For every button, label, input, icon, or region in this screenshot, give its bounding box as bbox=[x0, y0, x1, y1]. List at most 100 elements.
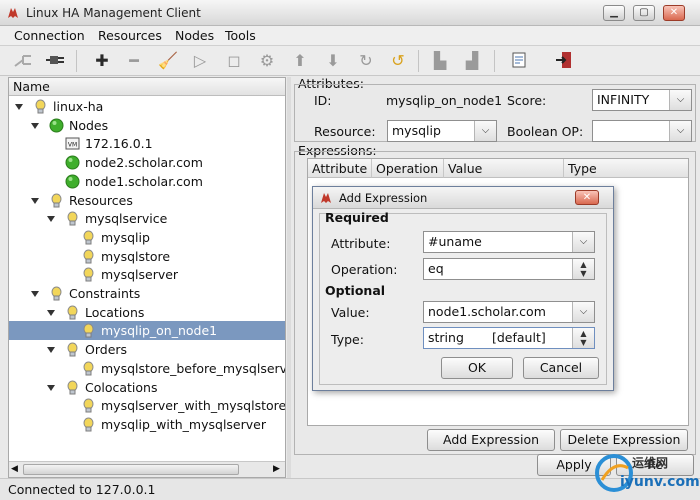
operation-label: Operation: bbox=[331, 262, 398, 277]
tree-item[interactable]: mysqlip_on_node1 bbox=[9, 321, 285, 341]
scroll-thumb[interactable] bbox=[23, 464, 239, 475]
add-expression-button[interactable]: Add Expression bbox=[427, 429, 555, 451]
chevron-down-icon[interactable]: ⌵ bbox=[669, 90, 691, 110]
settings-icon[interactable]: ⚙ bbox=[255, 50, 279, 72]
score-value: INFINITY bbox=[597, 92, 650, 107]
tree-item-label: mysqlserver_with_mysqlstore bbox=[101, 398, 285, 414]
attribute-value: #uname bbox=[428, 234, 482, 249]
tree-item[interactable]: Nodes bbox=[9, 116, 285, 135]
tree-item-label: Colocations bbox=[85, 379, 158, 395]
tree-horizontal-scrollbar[interactable]: ◀ ▶ bbox=[9, 461, 285, 477]
boolean-op-combo[interactable]: ⌵ bbox=[592, 120, 692, 142]
remove-icon[interactable]: ━ bbox=[122, 50, 146, 72]
boolean-op-label: Boolean OP: bbox=[507, 124, 584, 139]
tree-item[interactable]: Resources bbox=[9, 191, 285, 210]
tree-item-label: mysqlip_on_node1 bbox=[101, 323, 218, 339]
dialog-close-button[interactable]: ✕ bbox=[575, 190, 599, 205]
connect-icon[interactable] bbox=[44, 50, 68, 72]
optional-section-label: Optional bbox=[325, 283, 386, 298]
chevron-down-icon[interactable]: ⌵ bbox=[474, 121, 496, 141]
svg-text:VM: VM bbox=[68, 142, 77, 149]
cluster-tree: Name linux-ha Nodes VM 172.16.0.1 node2.scho… bbox=[8, 77, 286, 478]
menu-nodes[interactable]: Nodes bbox=[171, 26, 218, 46]
app-logo-icon bbox=[8, 8, 18, 18]
panel-splitter[interactable] bbox=[287, 77, 291, 478]
stop-icon[interactable]: ◻ bbox=[222, 50, 246, 72]
type-default: [default] bbox=[492, 330, 546, 345]
dialog-title-bar: Add Expression ✕ bbox=[313, 187, 613, 209]
cancel-button[interactable]: Cancel bbox=[523, 357, 599, 379]
tree-item-label: Nodes bbox=[69, 117, 109, 133]
up-down-arrows-icon[interactable]: ▲ ▼ bbox=[572, 259, 594, 279]
tree-item[interactable]: Constraints bbox=[9, 284, 285, 303]
tree-item[interactable]: Orders bbox=[9, 340, 285, 359]
up-down-arrows-icon[interactable]: ▲ ▼ bbox=[572, 328, 594, 348]
start-icon[interactable]: ▷ bbox=[188, 50, 212, 72]
column-value[interactable]: Value bbox=[444, 159, 564, 178]
tree-item[interactable]: mysqlserver_with_mysqlstore bbox=[9, 396, 285, 415]
tree-item-label: mysqlstore_before_mysqlserv bbox=[101, 360, 285, 376]
chevron-down-icon[interactable]: ⌵ bbox=[669, 121, 691, 141]
tree-item[interactable]: mysqlstore_before_mysqlserv bbox=[9, 359, 285, 378]
type-value: string bbox=[428, 330, 464, 345]
move-up-icon[interactable]: ⬆ bbox=[288, 50, 312, 72]
tree-item[interactable]: node1.scholar.com bbox=[9, 172, 285, 191]
scroll-left-icon[interactable]: ◀ bbox=[11, 464, 18, 474]
tree-item[interactable]: mysqlip bbox=[9, 228, 285, 247]
resource-combo[interactable]: mysqlip ⌵ bbox=[387, 120, 497, 142]
tree-header-name[interactable]: Name bbox=[9, 78, 285, 96]
document-icon[interactable] bbox=[507, 50, 531, 72]
tree-item-label: Constraints bbox=[69, 286, 141, 301]
watermark-cn: 运维网 bbox=[632, 456, 669, 470]
menu-resources[interactable]: Resources bbox=[94, 26, 166, 46]
exit-icon[interactable] bbox=[552, 50, 576, 72]
ok-button[interactable]: OK bbox=[441, 357, 513, 379]
redo-icon[interactable]: ↻ bbox=[354, 50, 378, 72]
operation-value: eq bbox=[428, 261, 444, 276]
tree-item-label: mysqlservice bbox=[85, 211, 168, 227]
undo-icon[interactable]: ↺ bbox=[386, 50, 410, 72]
watermark: 运维网 iyunv.com bbox=[594, 448, 700, 498]
tree-item[interactable]: node2.scholar.com bbox=[9, 153, 285, 172]
tree-item[interactable]: Locations bbox=[9, 303, 285, 322]
lock-icon[interactable]: ▙ bbox=[428, 50, 452, 72]
column-attribute[interactable]: Attribute bbox=[308, 159, 372, 178]
tree-item-label: node1.scholar.com bbox=[85, 173, 203, 189]
resource-label: Resource: bbox=[314, 124, 376, 139]
attribute-combo[interactable]: #uname ⌵ bbox=[423, 231, 595, 253]
window-title: Linux HA Management Client bbox=[26, 6, 201, 20]
tree-item-label: node2.scholar.com bbox=[85, 155, 203, 171]
add-icon[interactable]: ✚ bbox=[90, 50, 114, 72]
watermark-text: iyunv.com bbox=[620, 474, 700, 490]
type-combo[interactable]: string [default] ▲ ▼ bbox=[423, 327, 595, 349]
tree-item[interactable]: Colocations bbox=[9, 378, 285, 397]
value-combo[interactable]: node1.scholar.com ⌵ bbox=[423, 301, 595, 323]
tree-item[interactable]: VM 172.16.0.1 bbox=[9, 134, 285, 153]
chevron-down-icon[interactable]: ⌵ bbox=[572, 232, 594, 252]
menu-tools[interactable]: Tools bbox=[221, 26, 260, 46]
tree-item[interactable]: mysqlserver bbox=[9, 265, 285, 284]
chevron-down-icon[interactable]: ⌵ bbox=[572, 302, 594, 322]
maximize-button[interactable]: ▢ bbox=[633, 5, 655, 21]
tree-item[interactable]: linux-ha bbox=[9, 97, 285, 116]
minimize-button[interactable]: ▁ bbox=[603, 5, 625, 21]
disconnect-icon[interactable] bbox=[12, 50, 36, 72]
scroll-right-icon[interactable]: ▶ bbox=[273, 464, 280, 474]
add-expression-dialog: Add Expression ✕ Required Attribute: #un… bbox=[312, 186, 614, 391]
operation-combo[interactable]: eq ▲ ▼ bbox=[423, 258, 595, 280]
close-button[interactable]: ✕ bbox=[663, 5, 685, 21]
required-section-label: Required bbox=[325, 210, 389, 225]
dialog-title: Add Expression bbox=[339, 191, 428, 205]
move-down-icon[interactable]: ⬇ bbox=[321, 50, 345, 72]
column-type[interactable]: Type bbox=[564, 159, 688, 178]
unlock-icon[interactable]: ▟ bbox=[460, 50, 484, 72]
menu-connection[interactable]: Connection bbox=[10, 26, 89, 46]
app-logo-icon bbox=[321, 193, 331, 203]
tree-item[interactable]: mysqlstore bbox=[9, 247, 285, 266]
column-operation[interactable]: Operation bbox=[372, 159, 444, 178]
tree-item[interactable]: mysqlservice bbox=[9, 209, 285, 228]
tree-item[interactable]: mysqlip_with_mysqlserver bbox=[9, 415, 285, 434]
score-combo[interactable]: INFINITY ⌵ bbox=[592, 89, 692, 111]
tree-item-label: mysqlserver bbox=[101, 267, 179, 283]
clean-icon[interactable]: 🧹 bbox=[156, 50, 180, 72]
